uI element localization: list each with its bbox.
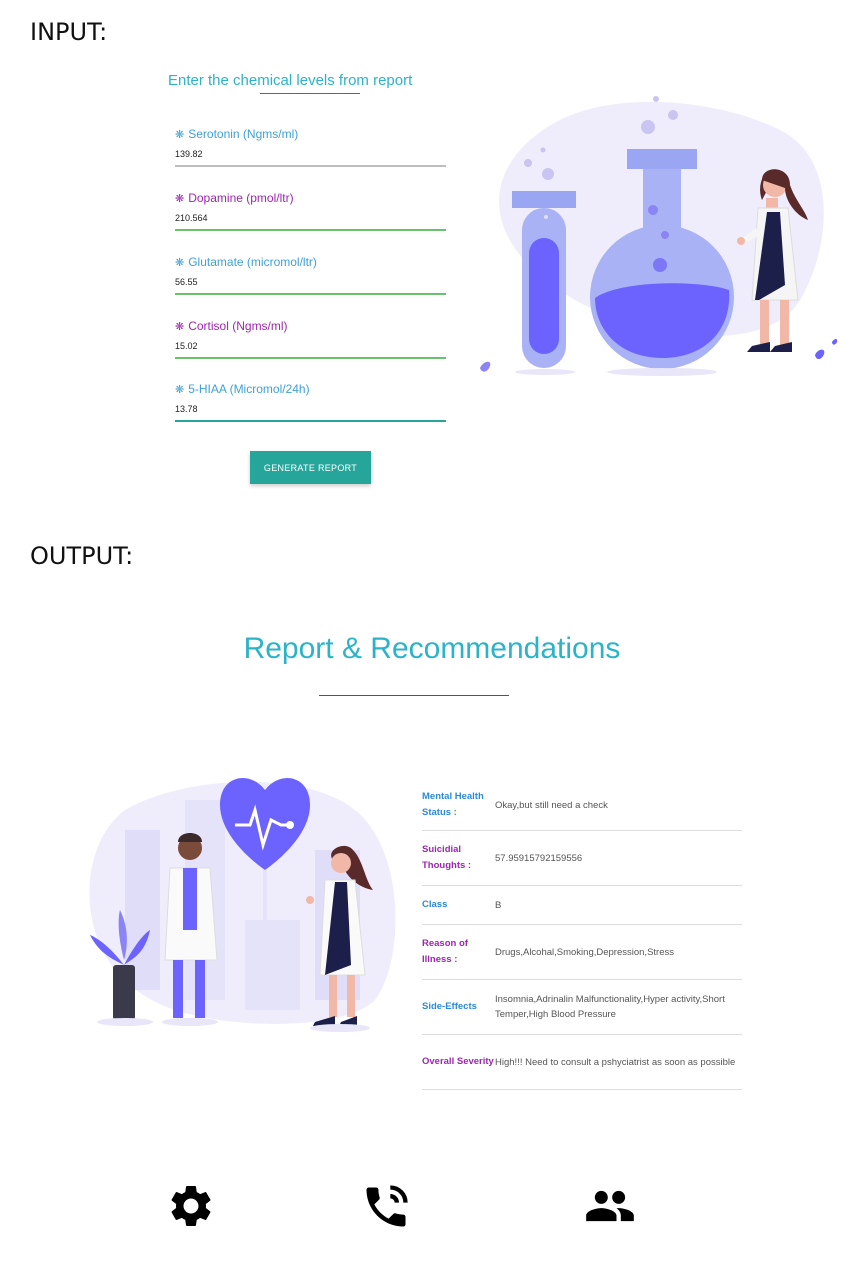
report-row: Suicidial Thoughts : 57.95915792159556 [422, 831, 742, 886]
report-title: Report & Recommendations [243, 632, 621, 665]
field-label: Cortisol (Ngms/ml) [188, 319, 288, 333]
field-label: Dopamine (pmol/ltr) [188, 191, 294, 205]
report-value: Okay,but still need a check [495, 799, 608, 811]
report-value: High!!! Need to consult a pshyciatrist a… [495, 1056, 736, 1068]
report-row: Class B [422, 886, 742, 925]
bug-icon: ❋ [175, 192, 185, 205]
report-value: B [495, 899, 502, 911]
report-row: Reason of Illness : Drugs,Alcohal,Smoking… [422, 925, 742, 980]
field-underline [175, 229, 446, 231]
bug-icon: ❋ [175, 256, 185, 269]
report-row: Mental Health Status : Okay,but still nee… [422, 780, 742, 831]
field-underline [175, 357, 446, 359]
report-title-underline [319, 695, 509, 696]
form-title: Enter the chemical levels from report [168, 72, 413, 89]
report-key: Side-Effects [422, 1001, 477, 1012]
field-input[interactable]: 56.55 [175, 277, 446, 293]
field-label: 5-HIAA (Micromol/24h) [188, 382, 310, 396]
field-label: Serotonin (Ngms/ml) [188, 127, 299, 141]
chemical-field[interactable]: ❋ Glutamate (micromol/ltr) 56.55 [175, 255, 446, 295]
field-underline [175, 420, 446, 422]
report-key: Mental Health Status : [422, 791, 484, 818]
field-input[interactable]: 139.82 [175, 149, 446, 165]
output-section-label: OUTPUT: [30, 542, 134, 570]
bug-icon: ❋ [175, 128, 185, 141]
settings-gear-icon[interactable] [166, 1180, 216, 1232]
report-value: Insomnia,Adrinalin Malfunctionality,Hype… [495, 994, 725, 1020]
report-table: Mental Health Status : Okay,but still nee… [422, 780, 742, 1090]
report-key: Suicidial Thoughts : [422, 844, 472, 871]
chemical-field[interactable]: ❋ Serotonin (Ngms/ml) 139.82 [175, 127, 446, 167]
form-title-underline [260, 93, 360, 94]
field-underline [175, 293, 446, 295]
field-input[interactable]: 13.78 [175, 404, 446, 420]
field-input[interactable]: 15.02 [175, 341, 446, 357]
report-row: Side-Effects Insomnia,Adrinalin Malfuncti… [422, 980, 742, 1035]
lab-scientist-illustration [480, 96, 838, 376]
bug-icon: ❋ [175, 320, 185, 333]
chemical-field[interactable]: ❋ 5-HIAA (Micromol/24h) 13.78 [175, 382, 446, 422]
field-underline [175, 165, 446, 167]
bug-icon: ❋ [175, 383, 185, 396]
field-label-row: ❋ 5-HIAA (Micromol/24h) [175, 382, 446, 396]
report-key: Overall Severity [422, 1056, 494, 1067]
generate-report-button[interactable]: GENERATE REPORT [250, 451, 371, 484]
field-label-row: ❋ Dopamine (pmol/ltr) [175, 191, 446, 205]
people-group-icon[interactable] [580, 1180, 640, 1232]
report-value: 57.95915792159556 [495, 852, 583, 864]
doctors-heart-illustration [89, 778, 396, 1032]
phone-call-icon[interactable] [360, 1180, 412, 1234]
report-value: Drugs,Alcohal,Smoking,Depression,Stress [495, 946, 674, 958]
field-label-row: ❋ Serotonin (Ngms/ml) [175, 127, 446, 141]
field-label: Glutamate (micromol/ltr) [188, 255, 317, 269]
report-row: Overall Severity High!!! Need to consult … [422, 1035, 742, 1090]
report-key: Reason of Illness : [422, 938, 468, 965]
chemical-field[interactable]: ❋ Cortisol (Ngms/ml) 15.02 [175, 319, 446, 359]
chemical-field[interactable]: ❋ Dopamine (pmol/ltr) 210.564 [175, 191, 446, 231]
input-section-label: INPUT: [30, 18, 108, 46]
field-label-row: ❋ Cortisol (Ngms/ml) [175, 319, 446, 333]
field-label-row: ❋ Glutamate (micromol/ltr) [175, 255, 446, 269]
field-input[interactable]: 210.564 [175, 213, 446, 229]
report-key: Class [422, 899, 448, 910]
